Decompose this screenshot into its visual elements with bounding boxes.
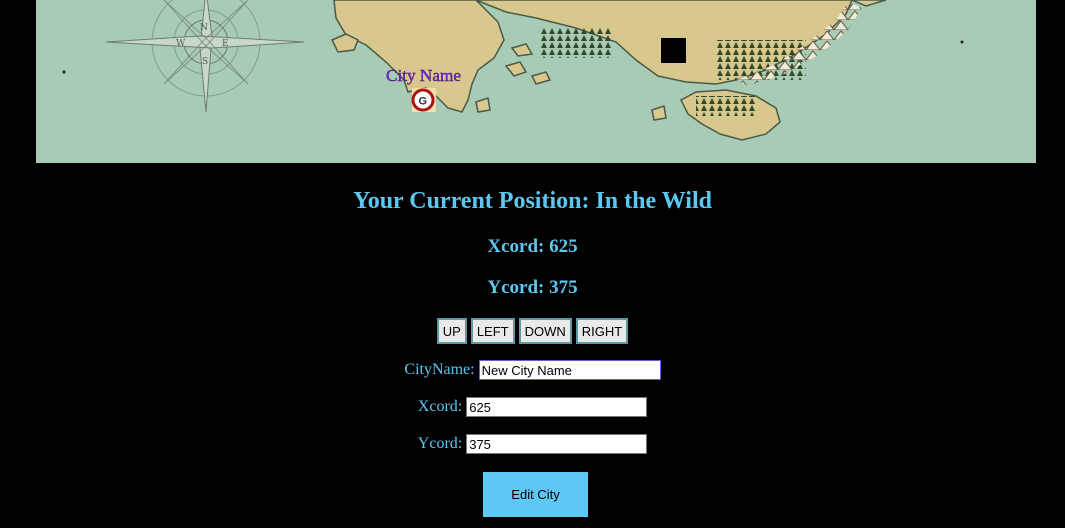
city-name-label[interactable]: City Name (386, 66, 461, 85)
edit-city-button[interactable]: Edit City (483, 472, 588, 517)
movement-controls: UP LEFT DOWN RIGHT (0, 318, 1065, 344)
move-up-button[interactable]: UP (436, 318, 467, 344)
compass-west-label: W (176, 39, 186, 49)
x-coordinate-label: Xcord: (417, 398, 463, 415)
city-marker-letter: G (419, 96, 428, 108)
city-name-input[interactable] (478, 360, 661, 380)
current-position-title: Your Current Position: In the Wild (353, 188, 712, 214)
compass-north-label: N (200, 23, 208, 33)
forest-area (696, 96, 756, 116)
x-coordinate-readout: Xcord: 625 (487, 236, 578, 257)
y-coordinate-row: Ycord: (0, 434, 1065, 454)
move-right-button[interactable]: RIGHT (575, 318, 629, 344)
x-coordinate-row: Xcord: (0, 397, 1065, 417)
map-dot (62, 70, 66, 74)
city-name-label-text: CityName: (404, 361, 475, 378)
y-coordinate-label: Ycord: (417, 435, 463, 452)
move-left-button[interactable]: LEFT (470, 318, 515, 344)
compass-south-label: S (202, 57, 208, 67)
y-coordinate-readout: Ycord: 375 (487, 277, 578, 298)
move-down-button[interactable]: DOWN (518, 318, 572, 344)
compass-east-label: E (222, 39, 229, 49)
x-coordinate-input[interactable] (466, 397, 648, 417)
map-dot (960, 40, 964, 44)
forest-area (541, 28, 611, 58)
player-position-marker (661, 38, 686, 63)
city-name-row: CityName: (0, 360, 1065, 380)
city-marker-icon[interactable]: G (411, 88, 436, 112)
y-coordinate-input[interactable] (466, 434, 648, 454)
world-map[interactable]: N S E W City Name G (36, 0, 1036, 163)
